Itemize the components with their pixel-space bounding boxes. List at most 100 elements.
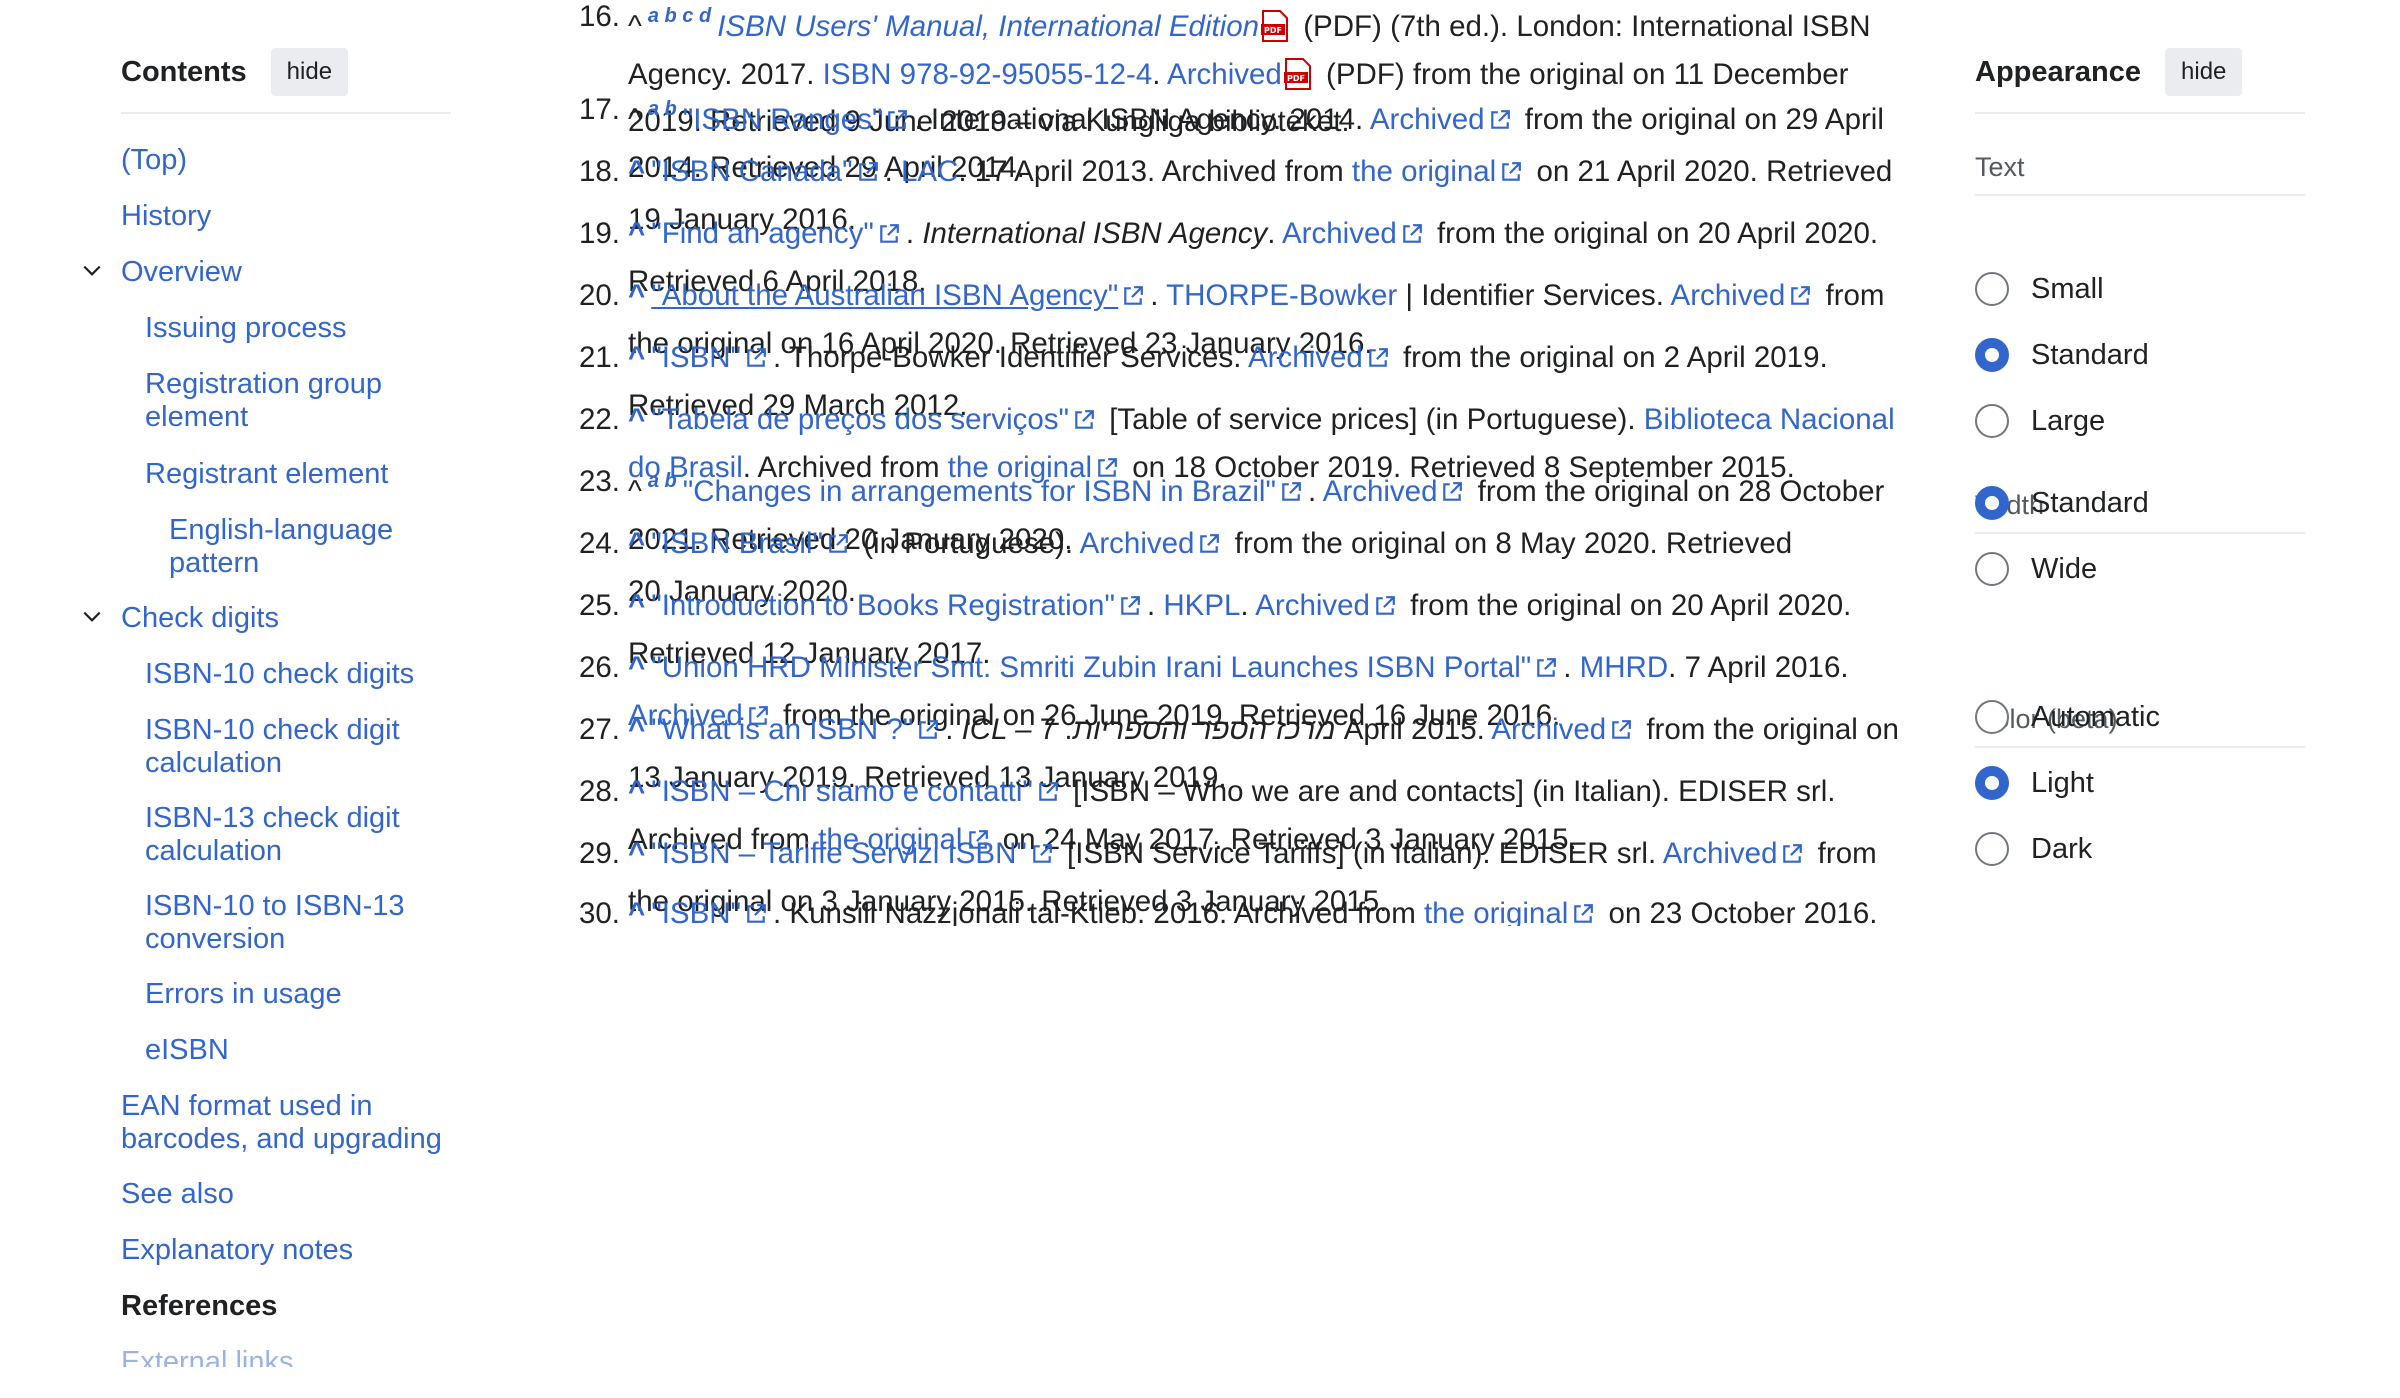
backlink-caret[interactable]: ^	[628, 279, 645, 312]
publisher-link[interactable]: MHRD	[1580, 651, 1669, 684]
reference-title-link[interactable]: "Tabela de preços dos serviços"	[651, 403, 1069, 436]
reference-title-link[interactable]: "Introduction to Books Registration"	[651, 589, 1115, 622]
toc-hide-button[interactable]: hide	[270, 48, 349, 96]
reference-title-link[interactable]: "ISBN – Tariffe Servizi ISBN"	[651, 837, 1027, 870]
reference-title-link[interactable]: "ISBN Canada"	[651, 155, 852, 188]
toc-item-see-also[interactable]: See also	[121, 1178, 234, 1211]
svg-text:PDF: PDF	[1264, 26, 1282, 35]
toc-item-eisbn[interactable]: eISBN	[145, 1034, 435, 1067]
text-size-label: Text	[1975, 152, 2025, 182]
reference-number: 22.	[578, 403, 620, 436]
external-link-icon	[1075, 410, 1094, 429]
backlink-caret[interactable]: ^	[628, 775, 645, 808]
reference-text: [ISBN Service Tariffs] (in Italian). EDI…	[1058, 837, 1663, 870]
radio-button-selected[interactable]	[1975, 766, 2009, 800]
toc-item-registration-group-element[interactable]: Registration group element	[145, 368, 435, 434]
archived-link[interactable]: Archived	[1080, 527, 1195, 560]
backlink-caret[interactable]: ^	[628, 527, 645, 560]
reference-title-link[interactable]: "ISBN Brasil"	[651, 527, 823, 560]
toc-item-top[interactable]: (Top)	[121, 144, 187, 177]
reference-title-link[interactable]: "Union HRD Minister Smt. Smriti Zubin Ir…	[651, 651, 1531, 684]
toc-item-references[interactable]: References	[121, 1290, 277, 1323]
toc-item-registrant-element[interactable]: Registrant element	[145, 458, 435, 491]
toc-item-history[interactable]: History	[121, 200, 211, 233]
color-light-option[interactable]: Light	[1975, 766, 2094, 800]
toc-item-overview[interactable]: Overview	[83, 256, 242, 289]
reference-text: from the original on 29 April	[1516, 103, 1884, 136]
backlink-caret[interactable]: ^	[628, 651, 645, 684]
toc-item-isbn10-to-isbn13-conversion[interactable]: ISBN-10 to ISBN-13 conversion	[145, 890, 435, 956]
archived-link[interactable]: Archived	[1282, 217, 1397, 250]
backlink-caret[interactable]: ^	[628, 897, 645, 926]
radio-button[interactable]	[1975, 552, 2009, 586]
archived-link[interactable]: Archived	[1663, 837, 1778, 870]
reference-text: .	[1150, 279, 1167, 312]
backlink-caret[interactable]: ^	[628, 837, 645, 870]
toc-item-ean-format[interactable]: EAN format used in barcodes, and upgradi…	[121, 1090, 461, 1156]
width-wide-option[interactable]: Wide	[1975, 552, 2097, 586]
toc-item-issuing-process[interactable]: Issuing process	[145, 312, 435, 345]
reference-title-link[interactable]: "ISBN"	[651, 341, 741, 374]
reference-text: (PDF) (7th ed.). London: International I…	[1295, 10, 1871, 43]
width-standard-option[interactable]: Standard	[1975, 486, 2149, 520]
toc-item-errors-in-usage[interactable]: Errors in usage	[145, 978, 435, 1011]
radio-button[interactable]	[1975, 404, 2009, 438]
reference-title-link[interactable]: "ISBN – Chi siamo e contatti"	[651, 775, 1033, 808]
reference-title-link[interactable]: "ISBN"	[651, 897, 741, 926]
toc-item-check-digits[interactable]: Check digits	[83, 602, 279, 635]
toc-item-english-language-pattern[interactable]: English-language pattern	[169, 514, 429, 580]
backlink-caret[interactable]: ^	[628, 589, 645, 622]
radio-button-selected[interactable]	[1975, 338, 2009, 372]
reference-text: from the original on 20 April 2020.	[1401, 589, 1852, 622]
backlink-caret[interactable]: ^	[628, 403, 645, 436]
text-size-standard-option[interactable]: Standard	[1975, 338, 2149, 372]
reference-number: 17.	[578, 93, 620, 126]
backlink-caret[interactable]: ^	[628, 217, 645, 250]
radio-button[interactable]	[1975, 832, 2009, 866]
original-link[interactable]: the original	[1352, 155, 1496, 188]
archived-link[interactable]: Archived	[1323, 475, 1438, 508]
backlink-letters[interactable]: a b	[648, 470, 677, 492]
toc-item-isbn10-check-digits[interactable]: ISBN-10 check digits	[145, 658, 435, 691]
archived-link[interactable]: Archived	[1491, 713, 1606, 746]
archived-link[interactable]: Archived	[1248, 341, 1363, 374]
original-link[interactable]: the original	[1424, 897, 1568, 926]
reference-text: from	[1809, 837, 1877, 870]
color-dark-option[interactable]: Dark	[1975, 832, 2092, 866]
reference-number: 29.	[578, 837, 620, 870]
reference-text: .	[905, 217, 923, 250]
reference-title-link[interactable]: "ISBN Ranges"	[683, 103, 883, 136]
chevron-down-icon[interactable]	[81, 606, 103, 628]
publisher-link[interactable]: LAC	[901, 155, 958, 188]
radio-button[interactable]	[1975, 700, 2009, 734]
reference-title-link[interactable]: "What is an ISBN ?"	[651, 713, 913, 746]
reference-title-link[interactable]: "Changes in arrangements for ISBN in Bra…	[683, 475, 1276, 508]
archived-link[interactable]: Archived	[1671, 279, 1786, 312]
external-link-icon	[880, 224, 899, 243]
color-automatic-option[interactable]: Automatic	[1975, 700, 2160, 734]
reference-title-link[interactable]: "Find an agency"	[651, 217, 874, 250]
toc-item-explanatory-notes[interactable]: Explanatory notes	[121, 1234, 353, 1267]
radio-button-selected[interactable]	[1975, 486, 2009, 520]
toc-item-isbn13-check-digit-calculation[interactable]: ISBN-13 check digit calculation	[145, 802, 435, 868]
toc-item-external-links[interactable]: External links	[121, 1346, 293, 1367]
backlink-letters[interactable]: a b	[648, 98, 677, 120]
archived-link[interactable]: Archived	[1255, 589, 1370, 622]
backlink-caret[interactable]: ^	[628, 341, 645, 374]
radio-button[interactable]	[1975, 272, 2009, 306]
text-size-large-option[interactable]: Large	[1975, 404, 2105, 438]
backlink-caret[interactable]: ^	[628, 713, 645, 746]
archived-link[interactable]: Archived	[1370, 103, 1485, 136]
reference-title-link[interactable]: ISBN Users' Manual, International Editio…	[717, 10, 1259, 43]
external-link-icon	[1200, 534, 1220, 553]
text-size-small-option[interactable]: Small	[1975, 272, 2104, 306]
backlink-caret[interactable]: ^	[628, 155, 645, 188]
publisher-link[interactable]: HKPL	[1163, 589, 1240, 622]
backlink-letters[interactable]: a b c d	[648, 5, 711, 27]
chevron-down-icon[interactable]	[81, 260, 103, 282]
publisher-link[interactable]: THORPE-Bowker	[1166, 279, 1397, 312]
appearance-hide-button[interactable]: hide	[2165, 48, 2243, 96]
toc-item-isbn10-check-digit-calculation[interactable]: ISBN-10 check digit calculation	[145, 714, 435, 780]
publisher-link[interactable]: Biblioteca Nacional	[1644, 403, 1895, 436]
reference-title-link[interactable]: "About the Australian ISBN Agency"	[651, 279, 1118, 312]
